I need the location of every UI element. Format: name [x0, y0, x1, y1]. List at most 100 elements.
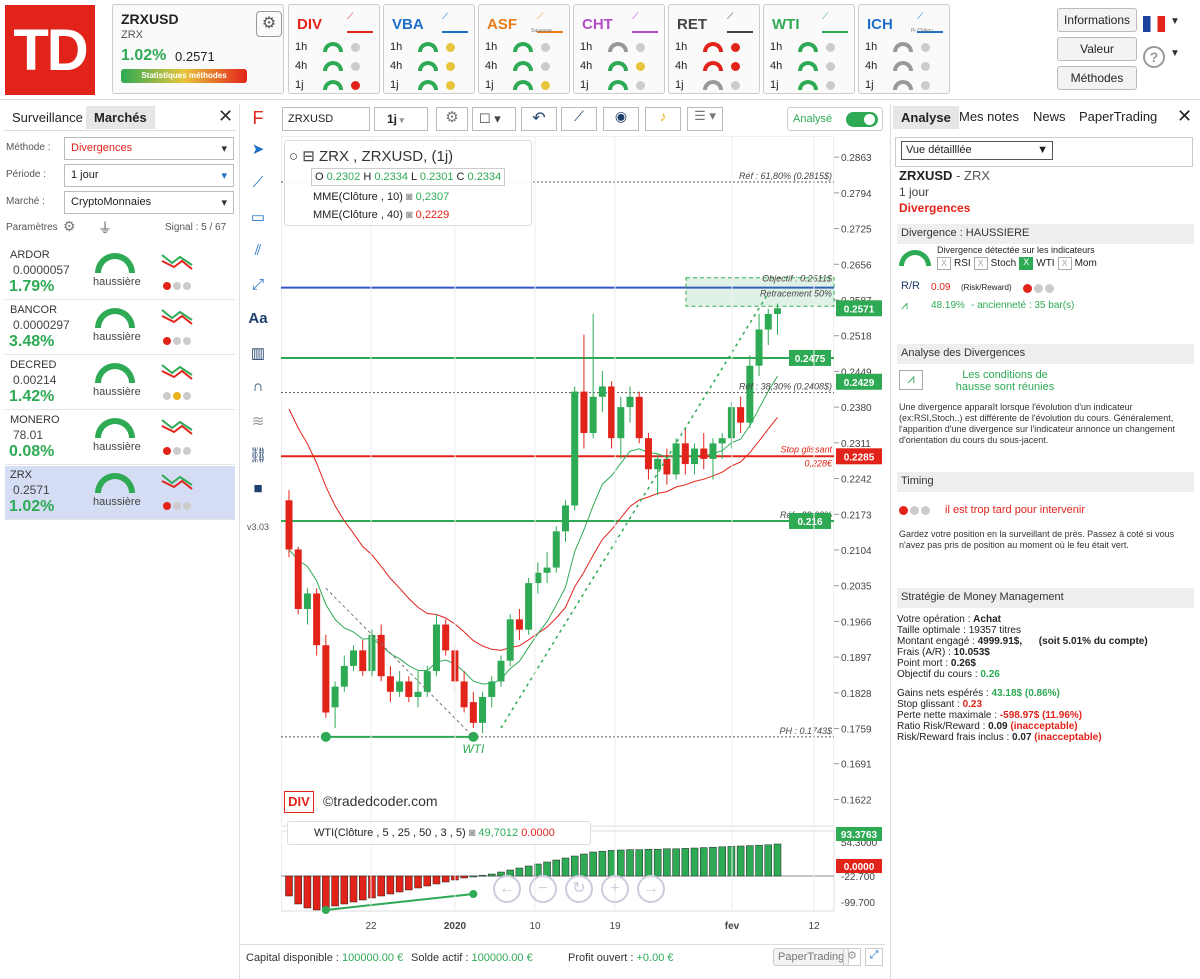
gear-icon[interactable]: ⚙: [256, 11, 282, 37]
legend-toggle-icon[interactable]: ○ ⊟: [289, 148, 319, 165]
stats-methods-bar[interactable]: Statistiques méthodes: [121, 69, 247, 83]
gear-icon[interactable]: ⚙: [63, 218, 76, 235]
gauge-icon: [418, 61, 438, 71]
eye-icon[interactable]: ◙: [469, 827, 476, 839]
trendline-icon[interactable]: ⟋: [248, 174, 268, 194]
stop-value: 0.23: [962, 699, 983, 710]
zoom-out-icon[interactable]: −: [529, 875, 557, 903]
market-row-zrx[interactable]: ZRX 0.2571 1.02% haussière: [5, 466, 235, 520]
indicator-panel-asf[interactable]: ASF ⟋ Sauvaser 1h 4h 1j: [478, 4, 570, 94]
settings-icon[interactable]: ⚙: [436, 107, 468, 131]
stoch-checkbox[interactable]: X: [973, 257, 988, 270]
reset-icon[interactable]: ↻: [565, 875, 593, 903]
papertrading-button[interactable]: PaperTrading: [773, 948, 850, 966]
cursor-icon[interactable]: ➤: [248, 140, 268, 160]
eye-icon[interactable]: ◙: [406, 209, 413, 221]
view-select[interactable]: Vue détailllée ▼: [901, 141, 1053, 160]
valeur-button[interactable]: Valeur: [1057, 37, 1137, 61]
analyse-toggle[interactable]: Analysé: [787, 107, 883, 131]
close-icon[interactable]: ✕: [218, 106, 233, 127]
magnet-icon[interactable]: ∩: [248, 378, 268, 398]
scroll-left-icon[interactable]: ←: [493, 875, 521, 903]
chart-svg[interactable]: 0.28630.27940.27250.26560.25870.25180.24…: [280, 135, 885, 936]
tab-mes-notes[interactable]: Mes notes: [951, 105, 1027, 128]
taille-value: 19357 titres: [968, 625, 1021, 636]
y-tick-label: 0.1966: [841, 617, 872, 628]
filter-icon[interactable]: ⏚: [98, 218, 112, 238]
price-chart[interactable]: 0.28630.27940.27250.26560.25870.25180.24…: [280, 135, 885, 936]
bell-icon[interactable]: ♪: [645, 107, 681, 131]
period-select[interactable]: 1j ▾: [374, 107, 428, 131]
timeframe-label: 1h: [770, 41, 783, 53]
camera-icon[interactable]: ◉: [603, 107, 639, 131]
tag-216-text: 0.216: [797, 517, 822, 528]
stop-value-label: 0,228€: [804, 458, 833, 468]
indicator-panel-cht[interactable]: CHT ⟋ 1h 4h 1j: [573, 4, 665, 94]
eye-icon[interactable]: ◙: [406, 191, 413, 203]
close-icon[interactable]: ✕: [1177, 106, 1192, 127]
gauge-icon: [703, 42, 723, 52]
money-management-header: Stratégie de Money Management: [897, 588, 1194, 608]
periode-select[interactable]: 1 jour ▾: [64, 164, 234, 187]
channel-icon[interactable]: ⫽: [248, 242, 268, 262]
symbol-input[interactable]: ZRXUSD: [282, 107, 370, 131]
objectif-label: Objectif : 0.2611$: [762, 274, 833, 284]
ticker-card[interactable]: ZRXUSD ZRX 1.02% 0.2571 Statistiques mét…: [112, 4, 284, 94]
indicator-panel-ret[interactable]: RET ⟋ 1h 4h 1j: [668, 4, 760, 94]
methodes-button[interactable]: Méthodes: [1057, 66, 1137, 90]
indicator-chart-icon: ⟋: [632, 11, 658, 33]
market-row-monero[interactable]: MONERO 78.01 0.08% haussière: [5, 411, 235, 465]
lock-icon[interactable]: ■: [248, 480, 268, 500]
capital-value: 100000.00 €: [342, 952, 404, 964]
methode-select[interactable]: Divergences ▾: [64, 137, 234, 160]
zoom-in-icon[interactable]: +: [601, 875, 629, 903]
magic-wand-icon[interactable]: ⟋: [561, 107, 597, 131]
text-tool-icon[interactable]: Aa: [248, 310, 268, 330]
tab-surveillance[interactable]: Surveillance: [4, 106, 91, 129]
tab-analyse[interactable]: Analyse: [893, 106, 959, 129]
f-icon[interactable]: F: [248, 108, 268, 128]
flag-fr-icon[interactable]: [1143, 16, 1165, 32]
market-name: BANCOR: [10, 304, 58, 316]
candles-icon[interactable]: ▥: [248, 344, 268, 364]
tab-news[interactable]: News: [1025, 105, 1074, 128]
chevron-down-icon[interactable]: ▼: [1170, 16, 1180, 27]
wti-label: WTI: [1036, 258, 1055, 269]
gear-icon[interactable]: ⚙: [843, 948, 861, 966]
mom-checkbox[interactable]: X: [1057, 257, 1072, 270]
ohlc-box: O 0.2302 H 0.2334 L 0.2301 C 0.2334: [311, 168, 506, 186]
div-badge[interactable]: DIV: [284, 791, 314, 813]
app-logo[interactable]: TD: [5, 5, 95, 95]
informations-button[interactable]: Informations: [1057, 8, 1137, 32]
oscillator-bar: [773, 843, 782, 877]
candle-body: [294, 549, 302, 609]
list-icon[interactable]: ☰ ▾: [687, 107, 723, 131]
indicator-panel-vba[interactable]: VBA ⟋ 1h 4h 1j: [383, 4, 475, 94]
shape-select[interactable]: ☐ ▾: [472, 107, 516, 131]
indicator-panel-div[interactable]: DIV ⟋ 1h 4h 1j: [288, 4, 380, 94]
ray-icon[interactable]: ⤢: [248, 276, 268, 296]
undo-icon[interactable]: ↶: [521, 107, 557, 131]
toggle-switch[interactable]: [846, 112, 878, 127]
rsi-checkbox[interactable]: X: [937, 257, 951, 270]
oscillator-bar: [598, 850, 607, 877]
tab-marches[interactable]: Marchés: [86, 106, 155, 129]
wti-checkbox[interactable]: X: [1019, 257, 1034, 270]
indicator-panel-wti[interactable]: WTI ⟋ 1h 4h 1j: [763, 4, 855, 94]
periode-value: 1 jour: [71, 169, 99, 181]
help-icon[interactable]: ?: [1143, 46, 1165, 68]
market-row-bancor[interactable]: BANCOR 0.0000297 3.48% haussière: [5, 301, 235, 355]
chevron-down-icon[interactable]: ▼: [1170, 48, 1180, 59]
scroll-right-icon[interactable]: →: [637, 875, 665, 903]
market-row-decred[interactable]: DECRED 0.00214 1.42% haussière: [5, 356, 235, 410]
pattern-icon[interactable]: ≋: [248, 412, 268, 432]
link-icon[interactable]: ⛓: [248, 446, 268, 466]
rectangle-icon[interactable]: ▭: [248, 208, 268, 228]
indicator-panel-ich[interactable]: ICH ⟋ Pr Chikou 1h 4h 1j: [858, 4, 950, 94]
tab-papertrading[interactable]: PaperTrading: [1071, 105, 1165, 128]
expand-icon[interactable]: ⤢: [865, 948, 883, 966]
candle-body: [543, 567, 551, 573]
marche-select[interactable]: CryptoMonnaies ▾: [64, 191, 234, 214]
market-row-ardor[interactable]: ARDOR 0.0000057 1.79% haussière: [5, 246, 235, 300]
status-dot: [921, 42, 930, 52]
